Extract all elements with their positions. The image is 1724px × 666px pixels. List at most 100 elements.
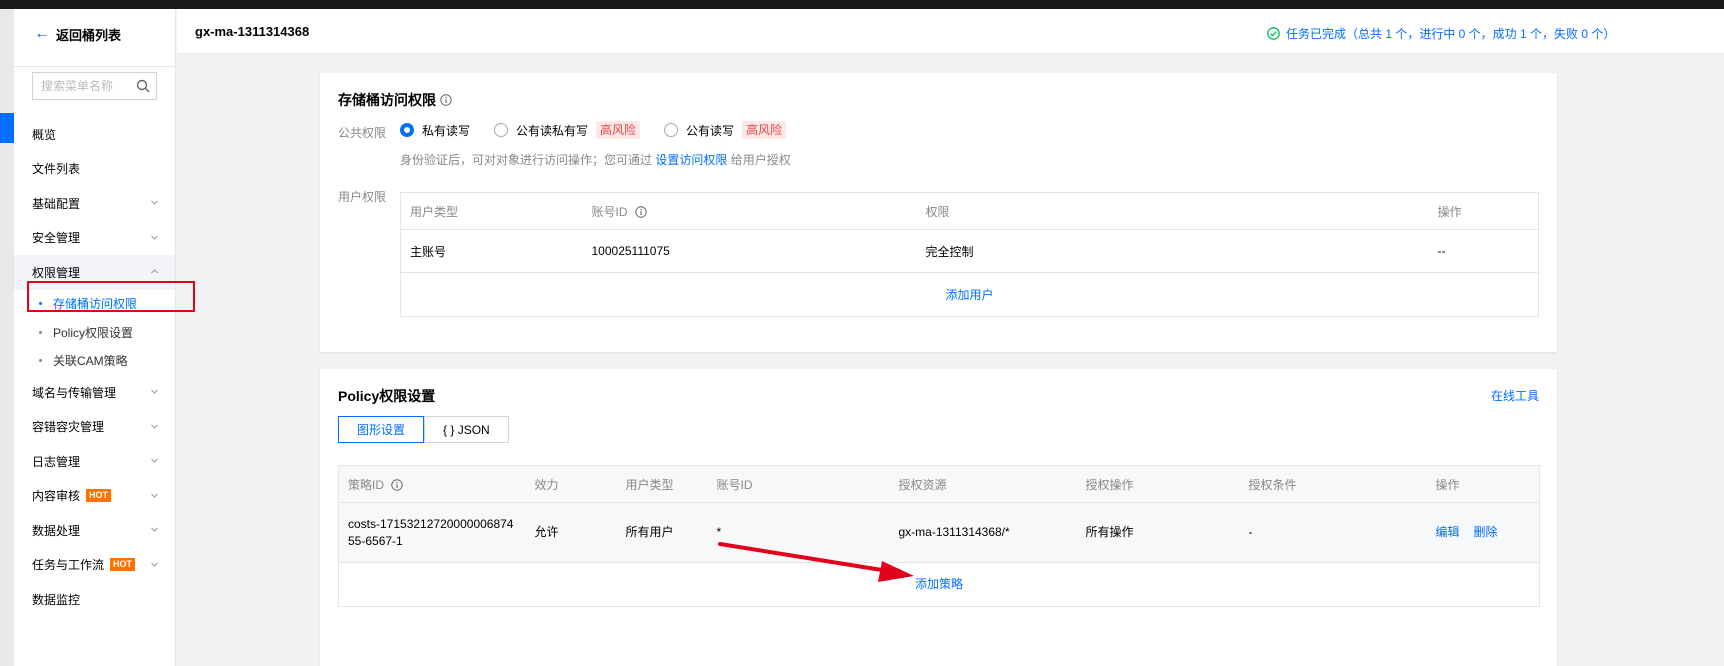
policy-table: 策略ID 效力 用户类型 账号ID 授权资源 授权操作 授权条件 操作 cost… [338,465,1540,607]
add-policy-link[interactable]: 添加策略 [915,577,963,591]
sidebar-subitem-label: Policy权限设置 [53,325,134,340]
chevron-up-icon [151,269,158,274]
info-icon[interactable] [391,478,404,491]
outer-nav-strip [0,9,14,666]
sidebar: ← 返回桶列表 概览 文件列表 基础配置 安全管理 权限管理 存储桶访问权限 P… [14,9,176,666]
table-row: costs-1715321272000000687455-6567-1 允许 所… [338,502,1540,563]
column-header: 用户类型 [400,192,583,230]
cell-condition: - [1239,502,1427,563]
sidebar-item-data-processing[interactable]: 数据处理 [14,513,175,548]
check-circle-icon [1267,27,1280,40]
hint-text: 给用户授权 [730,153,791,167]
bucket-access-card: 存储桶访问权限 公共权限 私有读写 公有读私有写 高风险 公有读写 高风险 身份验证… [320,73,1557,352]
radio-public-read[interactable]: 公有读私有写 高风险 [494,121,641,139]
sidebar-item-label: 文件列表 [32,162,81,177]
hot-badge: HOT [110,558,136,572]
sidebar-subitem-cam[interactable]: 关联CAM策略 [14,347,175,376]
radio-public-read-write[interactable]: 公有读写 高风险 [664,121,787,139]
sidebar-menu: 概览 文件列表 基础配置 安全管理 权限管理 存储桶访问权限 Policy权限设… [14,117,175,617]
sidebar-item-label: 数据监控 [32,592,81,607]
column-header: 效力 [525,465,617,503]
table-header-row: 策略ID 效力 用户类型 账号ID 授权资源 授权操作 授权条件 操作 [338,465,1540,503]
section-title: Policy权限设置 [338,388,436,404]
chevron-down-icon [151,493,158,498]
sidebar-item-label: 数据处理 [32,523,81,538]
column-header: 策略ID [338,465,526,503]
radio-label: 公有读写 [686,123,735,138]
sidebar-item-label: 内容审核 [32,489,81,504]
chevron-down-icon [151,458,158,463]
info-icon[interactable] [440,94,452,106]
highlight-box [27,281,195,312]
radio-checked-icon [400,123,414,137]
table-row: 主账号 100025111075 完全控制 -- [400,229,1539,273]
column-header: 用户类型 [616,465,708,503]
sidebar-item-domain[interactable]: 域名与传输管理 [14,375,175,410]
chevron-down-icon [151,235,158,240]
tab-graphic[interactable]: 图形设置 [338,416,425,443]
tab-json[interactable]: { } JSON [424,416,509,443]
online-tool-link[interactable]: 在线工具 [1491,387,1539,404]
column-header: 账号ID [707,465,890,503]
column-header: 授权条件 [1239,465,1427,503]
user-permission-label: 用户权限 [338,190,387,204]
sidebar-item-label: 域名与传输管理 [32,385,117,400]
sidebar-item-disaster[interactable]: 容错容灾管理 [14,410,175,445]
cell-account-id: 100025111075 [582,229,917,273]
chevron-down-icon [151,389,158,394]
radio-unchecked-icon [494,123,509,137]
cell-operation: -- [1428,229,1539,273]
task-status-text: 任务已完成（总共 1 个，进行中 0 个，成功 1 个，失败 0 个） [1286,27,1616,41]
delete-link[interactable]: 删除 [1474,525,1498,539]
risk-badge: 高风险 [742,121,787,139]
set-access-link[interactable]: 设置访问权限 [655,153,727,167]
column-header: 授权操作 [1076,465,1240,503]
sidebar-item-workflow[interactable]: 任务与工作流 HOT [14,548,175,583]
sidebar-item-content-audit[interactable]: 内容审核 HOT [14,479,175,514]
column-header: 操作 [1426,465,1540,503]
sidebar-item-label: 概览 [32,127,57,142]
menu-search-input[interactable] [33,73,133,99]
radio-label: 私有读写 [422,123,471,138]
page-header: gx-ma-1311314368 任务已完成（总共 1 个，进行中 0 个，成功… [177,9,1724,54]
column-header: 账号ID [582,192,917,230]
bullet-icon [39,359,42,363]
permission-hint: 身份验证后，可对对象进行访问操作；您可通过 设置访问权限 给用户授权 [400,151,791,168]
sidebar-item-basic-config[interactable]: 基础配置 [14,186,175,221]
sidebar-item-overview[interactable]: 概览 [14,117,175,152]
edit-link[interactable]: 编辑 [1436,525,1460,539]
add-user-link[interactable]: 添加用户 [945,288,993,302]
top-dark-strip [0,0,1724,9]
sidebar-item-logs[interactable]: 日志管理 [14,444,175,479]
sidebar-item-label: 安全管理 [32,231,81,246]
cell-policy-id: costs-1715321272000000687455-6567-1 [338,502,526,563]
cell-action: 所有操作 [1076,502,1240,563]
sidebar-item-monitoring[interactable]: 数据监控 [14,582,175,617]
cell-resource: gx-ma-1311314368/* [889,502,1077,563]
section-title-text: 存储桶访问权限 [338,92,436,108]
radio-unchecked-icon [664,123,679,137]
radio-label: 公有读私有写 [516,123,589,138]
risk-badge: 高风险 [596,121,641,139]
search-icon[interactable] [136,79,150,93]
chevron-down-icon [151,200,158,205]
add-user-row: 添加用户 [401,273,1539,317]
sidebar-item-security[interactable]: 安全管理 [14,221,175,256]
sidebar-item-label: 权限管理 [32,265,81,280]
cell-account-id: * [707,502,890,563]
outer-nav-active [0,113,14,143]
sidebar-divider [14,66,175,67]
radio-private[interactable]: 私有读写 [400,122,470,139]
public-permission-label: 公共权限 [338,126,387,140]
sidebar-subitem-policy[interactable]: Policy权限设置 [14,318,175,347]
column-header: 授权资源 [889,465,1077,503]
info-icon[interactable] [635,205,647,218]
back-to-bucket-list[interactable]: ← 返回桶列表 [34,24,121,44]
sidebar-item-label: 日志管理 [32,454,81,469]
column-header-text: 策略ID [348,477,385,492]
chevron-down-icon [151,562,158,567]
section-title: 存储桶访问权限 [338,90,452,110]
public-permission-group: 私有读写 公有读私有写 高风险 公有读写 高风险 [400,121,810,139]
task-status[interactable]: 任务已完成（总共 1 个，进行中 0 个，成功 1 个，失败 0 个） [1267,25,1615,42]
sidebar-item-file-list[interactable]: 文件列表 [14,152,175,187]
